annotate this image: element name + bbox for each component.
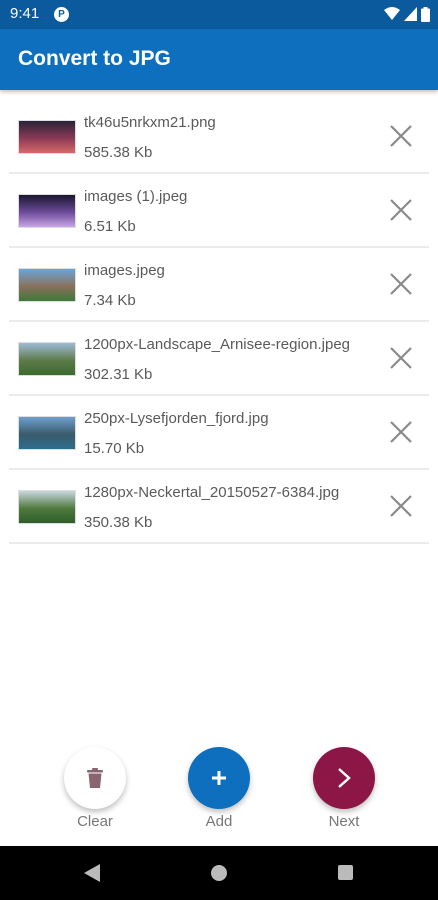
file-size: 302.31 Kb xyxy=(84,366,153,383)
list-item[interactable]: 1280px-Neckertal_20150527-6384.jpg 350.3… xyxy=(9,470,429,544)
close-icon[interactable] xyxy=(389,420,413,444)
status-icons xyxy=(384,6,430,22)
file-thumbnail xyxy=(18,490,76,524)
file-size: 15.70 Kb xyxy=(84,440,145,457)
file-thumbnail xyxy=(18,342,76,376)
back-icon[interactable] xyxy=(84,864,100,882)
close-icon[interactable] xyxy=(389,494,413,518)
next-button[interactable] xyxy=(313,747,375,809)
file-size: 585.38 Kb xyxy=(84,144,153,161)
clear-button[interactable] xyxy=(64,747,126,809)
app-bar: Convert to JPG xyxy=(0,29,438,90)
list-item[interactable]: 250px-Lysefjorden_fjord.jpg 15.70 Kb xyxy=(9,396,429,470)
file-name: 1280px-Neckertal_20150527-6384.jpg xyxy=(84,484,340,501)
file-thumbnail xyxy=(18,120,76,154)
file-name: 250px-Lysefjorden_fjord.jpg xyxy=(84,410,269,427)
file-thumbnail xyxy=(18,416,76,450)
file-name: images.jpeg xyxy=(84,262,165,279)
list-item[interactable]: 1200px-Landscape_Arnisee-region.jpeg 302… xyxy=(9,322,429,396)
app-notification-icon: P xyxy=(54,7,69,22)
status-time: 9:41 xyxy=(10,5,40,22)
signal-icon xyxy=(404,7,417,21)
file-thumbnail xyxy=(18,194,76,228)
add-label: Add xyxy=(205,813,233,830)
list-item[interactable]: images (1).jpeg 6.51 Kb xyxy=(9,174,429,248)
file-size: 6.51 Kb xyxy=(84,218,136,235)
chevron-right-icon xyxy=(338,768,351,788)
list-item[interactable]: images.jpeg 7.34 Kb xyxy=(9,248,429,322)
close-icon[interactable] xyxy=(389,272,413,296)
next-action: Next xyxy=(309,747,379,830)
close-icon[interactable] xyxy=(389,346,413,370)
trash-icon xyxy=(87,768,103,788)
close-icon[interactable] xyxy=(389,198,413,222)
file-thumbnail xyxy=(18,268,76,302)
add-action: Add xyxy=(184,747,254,830)
next-label: Next xyxy=(328,813,360,830)
file-size: 350.38 Kb xyxy=(84,514,153,531)
file-name: tk46u5nrkxm21.png xyxy=(84,114,216,131)
page-title: Convert to JPG xyxy=(18,47,171,70)
file-size: 7.34 Kb xyxy=(84,292,136,309)
list-item[interactable]: tk46u5nrkxm21.png 585.38 Kb xyxy=(9,100,429,174)
system-nav-bar xyxy=(0,846,438,900)
home-icon[interactable] xyxy=(211,865,227,881)
clear-action: Clear xyxy=(60,747,130,830)
plus-icon xyxy=(212,771,226,785)
add-button[interactable] xyxy=(188,747,250,809)
file-name: images (1).jpeg xyxy=(84,188,188,205)
status-bar: 9:41 P xyxy=(0,0,438,29)
clear-label: Clear xyxy=(77,813,113,830)
file-name: 1200px-Landscape_Arnisee-region.jpeg xyxy=(84,336,351,353)
wifi-icon xyxy=(384,7,400,20)
close-icon[interactable] xyxy=(389,124,413,148)
file-list: tk46u5nrkxm21.png 585.38 Kb images (1).j… xyxy=(9,100,429,544)
battery-icon xyxy=(421,6,430,22)
recents-icon[interactable] xyxy=(338,865,353,880)
